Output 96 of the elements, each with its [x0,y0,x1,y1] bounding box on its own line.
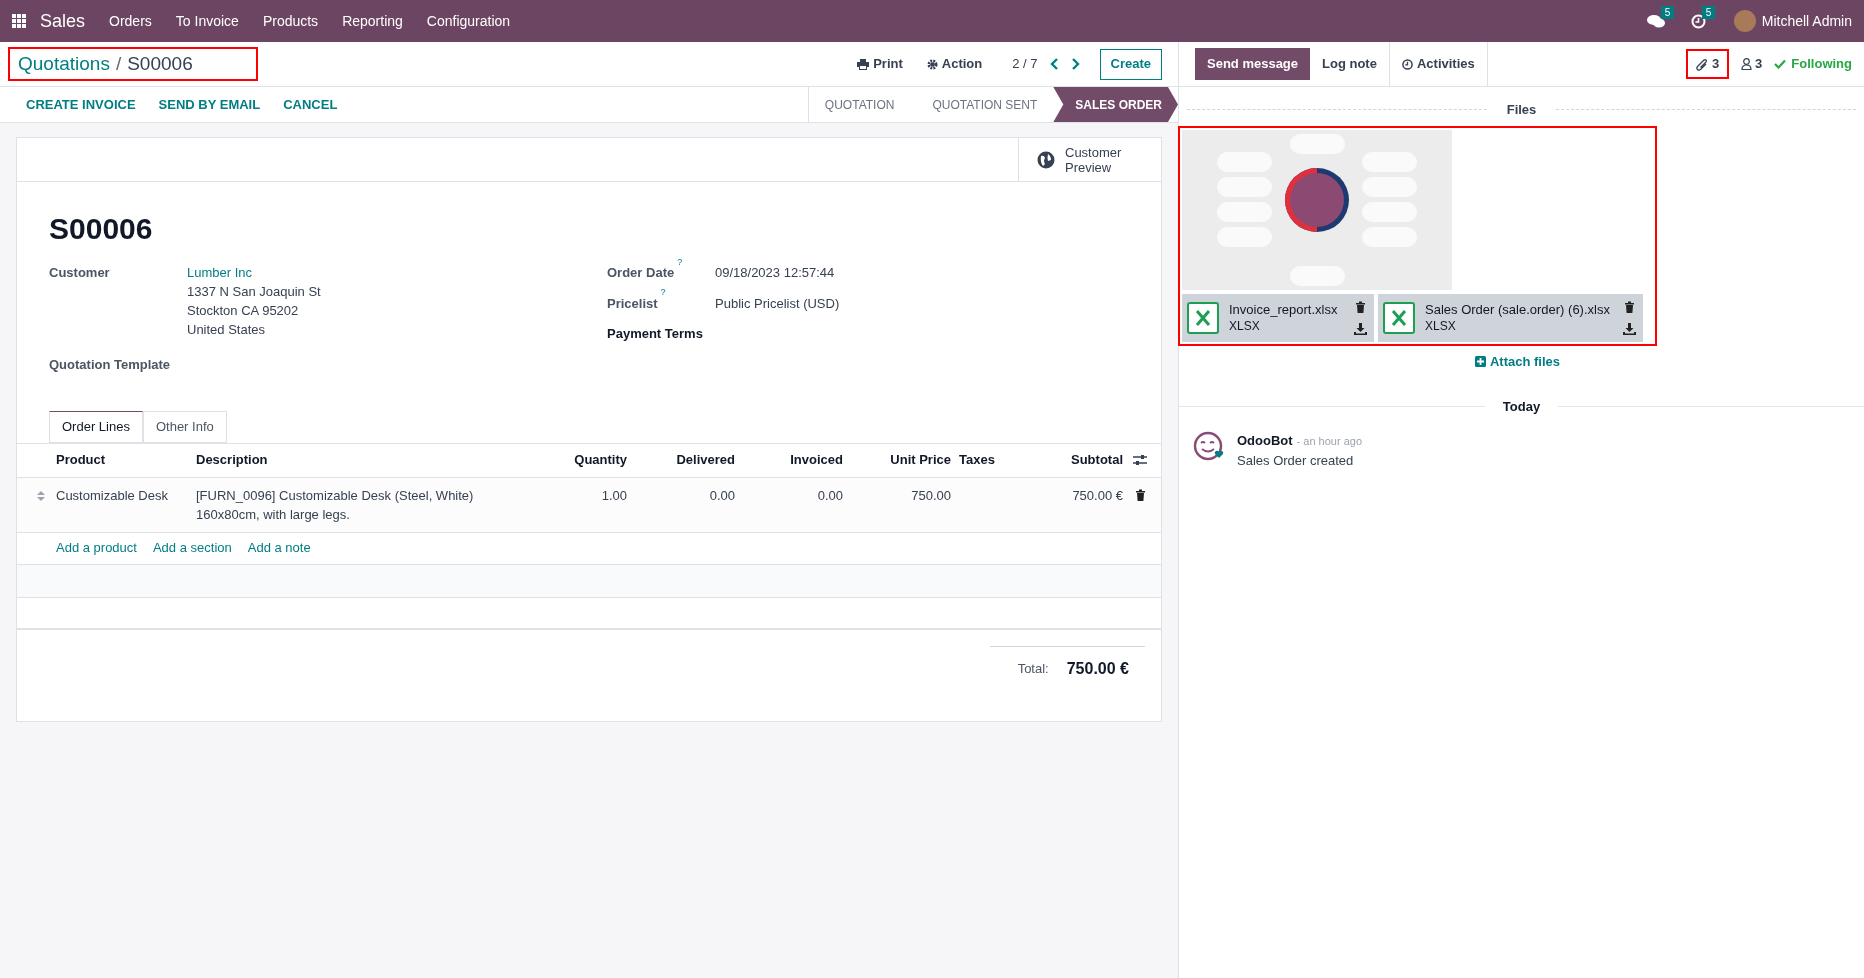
chat-bubbles-icon[interactable] [1646,13,1665,29]
menu-item[interactable]: Reporting [330,10,415,32]
pager-value: 2 / 7 [1012,55,1038,74]
field-value: Public Pricelist (USD) [715,294,841,313]
drag-handle-icon[interactable] [37,490,45,501]
create-button[interactable]: Create [1099,48,1162,80]
menu-item[interactable]: Configuration [414,10,523,32]
column-header[interactable]: Taxes [951,450,1041,470]
table-cell-text: 0.00 [708,486,735,505]
form-tab[interactable]: Order Lines [49,410,143,443]
file-card[interactable]: Sales Order (sale.order) (6).xlsx XLSX [1378,293,1643,342]
trash-icon[interactable] [1355,300,1366,313]
add-line-link[interactable]: Add a product [56,538,137,558]
address-line: 1337 N San Joaquin St [187,283,322,301]
bot-avatar-icon [1193,430,1225,463]
action-link[interactable]: CANCEL [283,94,338,115]
field-label: Payment Terms [607,325,703,343]
column-header[interactable]: Quantity [541,450,627,470]
spreadsheet-file-icon [1187,301,1219,334]
table-cell-text: 750.00 € [1071,486,1123,505]
app-grid-icon[interactable] [12,14,26,28]
column-header[interactable]: Description [196,450,541,470]
field-label: Quotation Template [49,356,172,374]
address-line: Stockton CA 95202 [187,302,300,320]
message-count-badge: 5 [1660,5,1675,19]
attachments-button[interactable]: 3 [1685,49,1730,79]
section-title: Files [1505,101,1538,119]
field-label: Customer [49,264,111,282]
column-settings-icon[interactable] [1133,454,1147,466]
breadcrumb-link[interactable]: Quotations [18,49,110,79]
trash-icon[interactable] [1624,300,1635,313]
status-step[interactable]: SALES ORDER [1053,87,1178,122]
next-icon[interactable] [1070,58,1080,70]
clock-icon [1401,58,1413,70]
message-body: Sales Order created [1237,451,1355,470]
download-icon[interactable] [1623,322,1636,335]
chatter-tab[interactable]: Activities [1388,42,1488,86]
activity-count-badge: 5 [1701,5,1716,19]
clock-icon[interactable] [1690,13,1706,29]
file-card[interactable]: Invoice_report.xlsx XLSX [1182,293,1374,342]
menu-item[interactable]: Products [250,10,331,32]
plus-icon [1474,355,1486,367]
customer-preview-button[interactable]: Customer Preview [1018,138,1161,181]
file-type: XLSX [1425,317,1457,335]
chatter-tab[interactable]: Send message [1195,48,1311,80]
attach-files-link[interactable]: Attach files [1474,351,1561,371]
user-name[interactable]: Mitchell Admin [1761,10,1852,32]
table-cell-text: Customizable Desk [56,486,169,505]
print-button[interactable]: Print [849,54,911,74]
paperclip-icon [1695,57,1708,71]
breadcrumb-separator: / [115,51,122,76]
total-label: Total: [1017,659,1049,678]
column-header[interactable]: Product [56,450,196,470]
action-link[interactable]: SEND BY EMAIL [158,94,261,115]
column-header[interactable]: Unit Price [843,450,951,470]
description-line: 160x80cm, with large legs. [196,505,351,524]
check-icon [1774,59,1787,69]
message-author: OdooBot [1237,431,1293,450]
field-value: 09/18/2023 12:57:44 [715,264,836,282]
address-line: United States [187,321,267,339]
column-header[interactable]: Invoiced [735,450,843,470]
download-icon[interactable] [1354,322,1367,335]
app-name[interactable]: Sales [40,7,86,35]
spreadsheet-file-icon [1383,301,1415,334]
menu-item[interactable]: To Invoice [163,10,251,32]
add-line-link[interactable]: Add a note [247,538,311,558]
file-name: Sales Order (sale.order) (6).xlsx [1425,300,1611,318]
previous-icon[interactable] [1049,58,1059,70]
chatter-tab[interactable]: Log note [1310,42,1389,86]
field-label: Order Date [607,264,675,282]
table-cell-text: 750.00 [910,486,951,505]
globe-icon [1037,150,1055,169]
trash-icon[interactable] [1135,488,1146,501]
table-cell-text: 1.00 [600,486,627,505]
form-tab[interactable]: Other Info [142,410,227,443]
total-value: 750.00 € [1066,658,1129,679]
action-link[interactable]: CREATE INVOICE [26,94,136,115]
customer-link[interactable]: Lumber Inc [187,263,607,282]
description-line: [FURN_0096] Customizable Desk (Steel, White) [196,486,475,505]
column-header[interactable]: Subtotal [1041,450,1123,470]
settings-icon [926,58,938,70]
action-button[interactable]: Action [918,54,991,74]
add-line-link[interactable]: Add a section [152,538,232,558]
day-separator: Today [1501,398,1542,416]
print-icon [857,58,870,70]
file-name: Invoice_report.xlsx [1229,300,1339,318]
table-cell-text: 0.00 [816,486,843,505]
followers-button[interactable]: 3 [1741,54,1763,74]
menu-item[interactable]: Orders [97,10,164,32]
file-type: XLSX [1229,317,1261,335]
person-icon [1741,58,1753,70]
message-time: - an hour ago [1296,433,1363,449]
column-header[interactable]: Delivered [627,450,735,470]
breadcrumb-current: S00006 [127,51,193,76]
field-label: Pricelist [607,294,658,313]
record-title: S00006 [49,211,154,247]
